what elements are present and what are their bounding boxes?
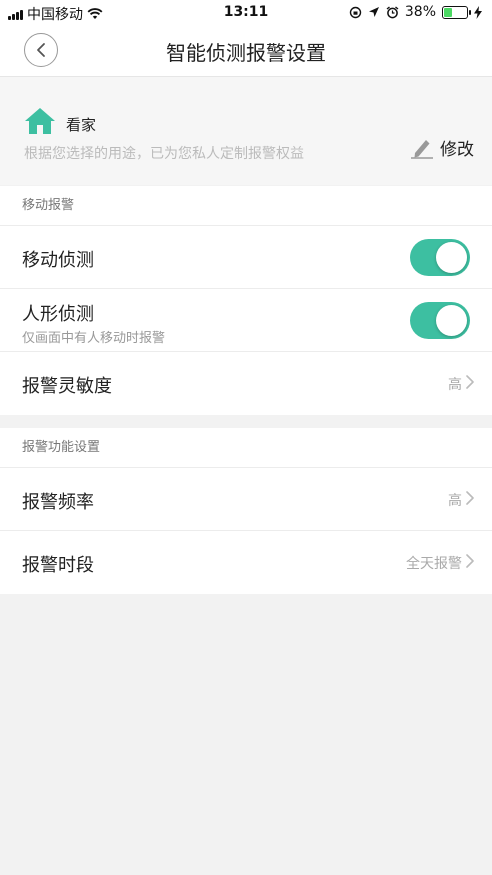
location-icon bbox=[368, 7, 379, 17]
alarm-function-section: 报警功能设置 报警频率 高 报警时段 全天报警 bbox=[0, 428, 492, 594]
status-bar: 中国移动 13:11 38% bbox=[0, 0, 492, 24]
motion-alarm-section: 移动报警 移动侦测 人形侦测 仅画面中有人移动时报警 报警灵敏度 高 bbox=[0, 186, 492, 415]
motion-detection-toggle[interactable] bbox=[410, 239, 470, 276]
human-detection-toggle[interactable] bbox=[410, 302, 470, 339]
edit-button[interactable]: 修改 bbox=[410, 135, 474, 160]
sensitivity-label: 报警灵敏度 bbox=[22, 376, 112, 397]
human-detection-sub: 仅画面中有人移动时报警 bbox=[22, 331, 166, 346]
page-title: 智能侦测报警设置 bbox=[166, 41, 326, 65]
frequency-label: 报警频率 bbox=[22, 492, 94, 513]
section-header-alarm: 报警功能设置 bbox=[0, 428, 492, 468]
motion-detection-row: 移动侦测 bbox=[0, 226, 492, 289]
battery-icon bbox=[442, 5, 471, 19]
battery-fill bbox=[444, 7, 453, 17]
sensitivity-row[interactable]: 报警灵敏度 高 bbox=[0, 352, 492, 415]
chevron-right-icon bbox=[466, 554, 474, 568]
period-value: 全天报警 bbox=[406, 556, 462, 572]
frequency-value: 高 bbox=[448, 493, 462, 509]
status-right: 38% bbox=[349, 4, 482, 20]
orientation-lock-icon bbox=[349, 6, 362, 18]
period-row[interactable]: 报警时段 全天报警 bbox=[0, 531, 492, 594]
motion-detection-label: 移动侦测 bbox=[22, 250, 94, 271]
human-detection-label: 人形侦测 bbox=[22, 304, 94, 325]
edit-label: 修改 bbox=[440, 140, 474, 160]
period-label: 报警时段 bbox=[22, 555, 94, 576]
chevron-right-icon bbox=[466, 375, 474, 389]
edit-pencil-icon bbox=[411, 139, 433, 159]
frequency-row[interactable]: 报警频率 高 bbox=[0, 468, 492, 531]
section-header-motion: 移动报警 bbox=[0, 186, 492, 226]
battery-percent: 38% bbox=[404, 4, 436, 20]
profile-card: 看家 根据您选择的用途，已为您私人定制报警权益 修改 bbox=[0, 77, 492, 185]
home-icon bbox=[25, 108, 55, 134]
sensitivity-value: 高 bbox=[448, 377, 462, 393]
toggle-knob bbox=[436, 305, 467, 336]
toggle-knob bbox=[436, 242, 467, 273]
human-detection-row: 人形侦测 仅画面中有人移动时报警 bbox=[0, 289, 492, 352]
navigation-bar: 智能侦测报警设置 bbox=[0, 24, 492, 77]
alarm-icon bbox=[386, 5, 399, 18]
profile-description: 根据您选择的用途，已为您私人定制报警权益 bbox=[24, 146, 304, 162]
profile-name: 看家 bbox=[66, 116, 97, 134]
charging-icon bbox=[474, 5, 482, 19]
chevron-right-icon bbox=[466, 491, 474, 505]
